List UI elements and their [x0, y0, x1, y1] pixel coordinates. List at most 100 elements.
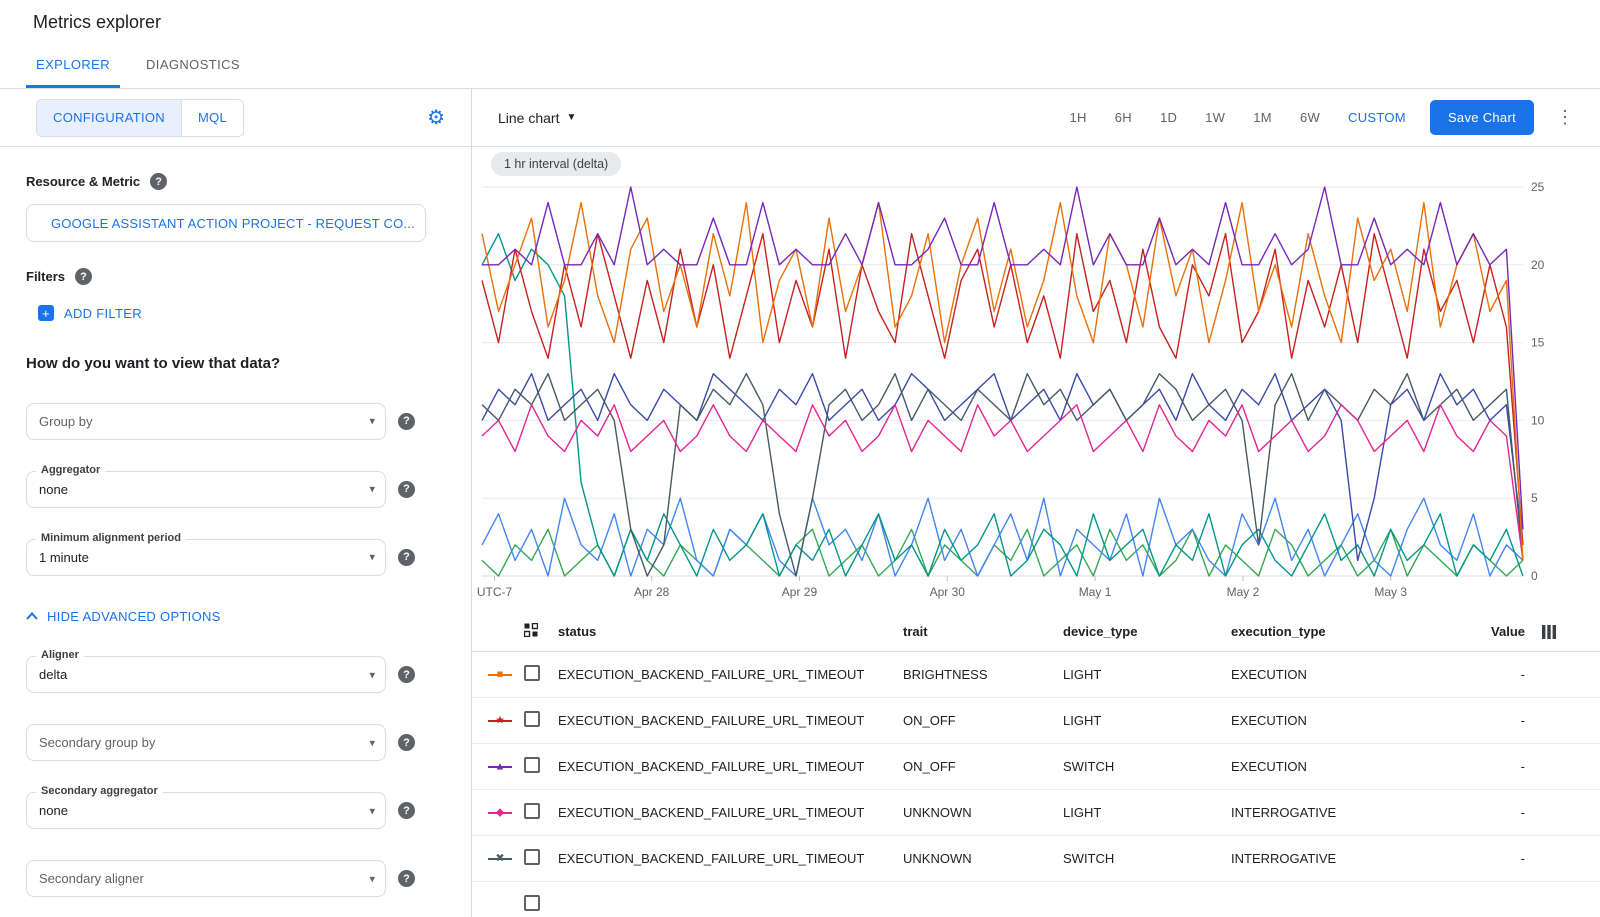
- help-icon[interactable]: ?: [150, 173, 167, 190]
- table-header: status trait device_type execution_type …: [472, 612, 1600, 652]
- table-row[interactable]: ✖ EXECUTION_BACKEND_FAILURE_URL_TIMEOUT …: [472, 836, 1600, 882]
- svg-text:10: 10: [1531, 413, 1545, 427]
- secondary-aligner-select[interactable]: Secondary aligner ▾: [26, 860, 386, 897]
- column-header-execution-type[interactable]: execution_type: [1231, 624, 1447, 639]
- column-header-trait[interactable]: trait: [903, 624, 1063, 639]
- save-chart-button[interactable]: Save Chart: [1430, 100, 1534, 135]
- row-checkbox[interactable]: [524, 711, 540, 727]
- series-marker-star: ★: [488, 714, 512, 727]
- filters-label: Filters ?: [26, 268, 447, 285]
- chart-type-select[interactable]: Line chart ▼: [498, 110, 576, 126]
- mode-toggle: CONFIGURATION MQL: [36, 99, 244, 137]
- secondary-group-by-select[interactable]: Secondary group by ▾: [26, 724, 386, 761]
- group-by-select[interactable]: Group by ▾: [26, 403, 386, 440]
- table-row[interactable]: ◆ EXECUTION_BACKEND_FAILURE_URL_TIMEOUT …: [472, 790, 1600, 836]
- svg-text:May 3: May 3: [1374, 585, 1407, 599]
- table-row[interactable]: [472, 882, 1600, 917]
- row-checkbox[interactable]: [524, 757, 540, 773]
- tab-explorer[interactable]: EXPLORER: [26, 44, 120, 88]
- gear-icon[interactable]: ⚙: [427, 108, 445, 128]
- svg-text:15: 15: [1531, 336, 1545, 350]
- chart-toolbar: Line chart ▼ 1H 6H 1D 1W 1M 6W CUSTOM Sa…: [472, 89, 1600, 147]
- svg-text:UTC-7: UTC-7: [477, 585, 513, 599]
- row-checkbox[interactable]: [524, 849, 540, 865]
- cell-value: -: [1447, 851, 1525, 866]
- series-marker-square: ■: [488, 668, 512, 681]
- min-alignment-label: Minimum alignment period: [36, 532, 186, 544]
- aggregator-label: Aggregator: [36, 464, 105, 476]
- svg-text:May 1: May 1: [1079, 585, 1112, 599]
- interval-chip: 1 hr interval (delta): [491, 152, 621, 176]
- help-icon[interactable]: ?: [398, 870, 415, 887]
- configuration-panel: CONFIGURATION MQL ⚙ Resource & Metric ? …: [0, 89, 472, 917]
- column-header-value[interactable]: Value: [1447, 624, 1525, 639]
- help-icon[interactable]: ?: [75, 268, 92, 285]
- time-range-1d-button[interactable]: 1D: [1150, 104, 1187, 131]
- tab-diagnostics[interactable]: DIAGNOSTICS: [136, 44, 250, 88]
- aggregator-select[interactable]: Aggregator none ▾: [26, 471, 386, 508]
- cell-device-type: LIGHT: [1063, 713, 1231, 728]
- app-header: Metrics explorer: [0, 0, 1600, 44]
- grid-icon[interactable]: [524, 623, 538, 637]
- secondary-aligner-placeholder: Secondary aligner: [39, 871, 144, 886]
- chart-area: 1 hr interval (delta) 0510152025UTC-7Apr…: [472, 147, 1600, 612]
- cell-status: EXECUTION_BACKEND_FAILURE_URL_TIMEOUT: [558, 805, 903, 820]
- main-content: CONFIGURATION MQL ⚙ Resource & Metric ? …: [0, 89, 1600, 917]
- hide-advanced-options-button[interactable]: HIDE ADVANCED OPTIONS: [26, 609, 221, 624]
- cell-device-type: LIGHT: [1063, 667, 1231, 682]
- time-range-1h-button[interactable]: 1H: [1060, 104, 1097, 131]
- cell-status: EXECUTION_BACKEND_FAILURE_URL_TIMEOUT: [558, 851, 903, 866]
- series-marker-diamond: ◆: [488, 806, 512, 819]
- time-range-6w-button[interactable]: 6W: [1290, 104, 1330, 131]
- help-icon[interactable]: ?: [398, 481, 415, 498]
- chart-panel: Line chart ▼ 1H 6H 1D 1W 1M 6W CUSTOM Sa…: [472, 89, 1600, 917]
- resource-metric-text: Resource & Metric: [26, 174, 140, 189]
- min-alignment-value: 1 minute: [39, 550, 89, 565]
- help-icon[interactable]: ?: [398, 666, 415, 683]
- cell-value: -: [1447, 667, 1525, 682]
- add-filter-label: ADD FILTER: [64, 306, 142, 321]
- time-range-custom-button[interactable]: CUSTOM: [1338, 104, 1416, 131]
- mql-toggle-button[interactable]: MQL: [182, 100, 243, 136]
- panel-body: Resource & Metric ? GOOGLE ASSISTANT ACT…: [0, 147, 471, 897]
- time-range-6h-button[interactable]: 6H: [1105, 104, 1142, 131]
- panel-toolbar: CONFIGURATION MQL ⚙: [0, 89, 471, 147]
- cell-status: EXECUTION_BACKEND_FAILURE_URL_TIMEOUT: [558, 667, 903, 682]
- resource-metric-label: Resource & Metric ?: [26, 173, 447, 190]
- row-checkbox[interactable]: [524, 665, 540, 681]
- hide-advanced-options-label: HIDE ADVANCED OPTIONS: [47, 609, 221, 624]
- aligner-select[interactable]: Aligner delta ▾: [26, 656, 386, 693]
- help-icon[interactable]: ?: [398, 549, 415, 566]
- row-checkbox[interactable]: [524, 895, 540, 911]
- configuration-toggle-button[interactable]: CONFIGURATION: [37, 100, 182, 136]
- column-settings-icon[interactable]: [1542, 625, 1556, 639]
- cell-status: EXECUTION_BACKEND_FAILURE_URL_TIMEOUT: [558, 759, 903, 774]
- help-icon[interactable]: ?: [398, 413, 415, 430]
- secondary-aggregator-select[interactable]: Secondary aggregator none ▾: [26, 792, 386, 829]
- table-row[interactable]: ■ EXECUTION_BACKEND_FAILURE_URL_TIMEOUT …: [472, 652, 1600, 698]
- help-icon[interactable]: ?: [398, 734, 415, 751]
- cell-execution-type: EXECUTION: [1231, 759, 1447, 774]
- table-row[interactable]: ▲ EXECUTION_BACKEND_FAILURE_URL_TIMEOUT …: [472, 744, 1600, 790]
- time-range-1w-button[interactable]: 1W: [1195, 104, 1235, 131]
- column-header-device-type[interactable]: device_type: [1063, 624, 1231, 639]
- svg-text:Apr 30: Apr 30: [930, 585, 966, 599]
- table-row[interactable]: ★ EXECUTION_BACKEND_FAILURE_URL_TIMEOUT …: [472, 698, 1600, 744]
- aligner-value: delta: [39, 667, 67, 682]
- column-header-status[interactable]: status: [558, 624, 903, 639]
- time-range-1m-button[interactable]: 1M: [1243, 104, 1282, 131]
- chevron-down-icon: ▼: [566, 112, 576, 123]
- add-filter-button[interactable]: + ADD FILTER: [38, 305, 142, 321]
- plus-icon: +: [38, 305, 54, 321]
- series-marker-triangle: ▲: [488, 760, 512, 773]
- line-chart[interactable]: 0510152025UTC-7Apr 28Apr 29Apr 30May 1Ma…: [472, 147, 1600, 612]
- chevron-down-icon: ▾: [369, 415, 375, 428]
- row-checkbox[interactable]: [524, 803, 540, 819]
- more-options-icon[interactable]: ⋮: [1552, 107, 1578, 128]
- selected-metric-button[interactable]: GOOGLE ASSISTANT ACTION PROJECT - REQUES…: [26, 204, 426, 242]
- chevron-down-icon: ▾: [369, 551, 375, 564]
- help-icon[interactable]: ?: [398, 802, 415, 819]
- secondary-aggregator-value: none: [39, 803, 68, 818]
- chevron-down-icon: ▾: [369, 872, 375, 885]
- min-alignment-select[interactable]: Minimum alignment period 1 minute ▾: [26, 539, 386, 576]
